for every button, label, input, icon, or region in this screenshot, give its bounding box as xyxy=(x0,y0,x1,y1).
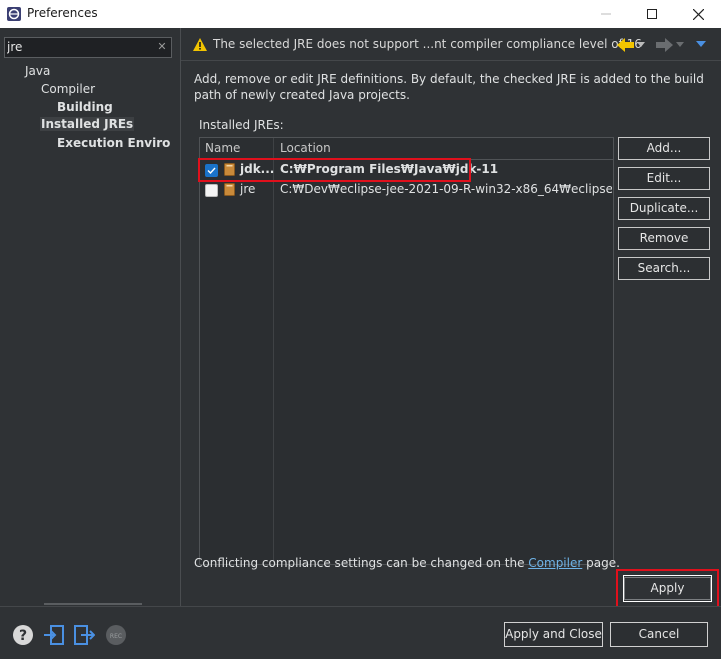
compliance-note: Conflicting compliance settings can be c… xyxy=(194,556,620,570)
preference-page: The selected JRE does not support ...nt … xyxy=(181,28,721,608)
record-icon[interactable]: REC xyxy=(105,624,127,646)
installed-jres-table[interactable]: Name Location jdk... C:₩Program Files₩Ja… xyxy=(199,137,614,565)
warning-icon xyxy=(193,38,207,51)
export-icon[interactable] xyxy=(73,624,95,646)
apply-button[interactable]: Apply xyxy=(623,575,712,602)
table-row[interactable]: jre C:₩Dev₩eclipse-jee-2021-09-R-win32-x… xyxy=(200,180,613,200)
close-button[interactable] xyxy=(675,0,721,28)
sidebar-scrollbar[interactable] xyxy=(44,603,142,605)
preferences-sidebar: ✕ Java Compiler Building Installed JREs … xyxy=(0,28,181,606)
jre-location: C:₩Dev₩eclipse-jee-2021-09-R-win32-x86_6… xyxy=(280,182,612,196)
add-button[interactable]: Add... xyxy=(618,137,710,160)
column-header-location[interactable]: Location xyxy=(280,141,331,155)
record-icon-label: REC xyxy=(110,633,122,640)
installed-jres-label: Installed JREs: xyxy=(199,118,284,132)
jre-name: jre xyxy=(240,182,256,196)
apply-button-label: Apply xyxy=(624,577,711,600)
minimize-button[interactable] xyxy=(583,0,629,28)
svg-text:?: ? xyxy=(19,628,27,644)
clear-icon[interactable]: ✕ xyxy=(155,39,169,55)
tree-item-compiler[interactable]: Compiler xyxy=(41,82,95,96)
forward-arrow-icon[interactable] xyxy=(655,37,673,53)
apply-and-close-button[interactable]: Apply and Close xyxy=(504,622,603,647)
filter-box: ✕ xyxy=(4,37,172,58)
search-button[interactable]: Search... xyxy=(618,257,710,280)
window-title: Preferences xyxy=(27,6,98,20)
compiler-link[interactable]: Compiler xyxy=(528,556,582,570)
jre-library-icon xyxy=(224,183,235,196)
jre-checkbox[interactable] xyxy=(205,184,218,197)
tree-item-java[interactable]: Java xyxy=(25,64,50,78)
title-bar: Preferences xyxy=(0,0,721,28)
help-icon[interactable]: ? xyxy=(12,624,34,646)
close-icon xyxy=(692,8,704,20)
tree-item-building[interactable]: Building xyxy=(57,100,113,114)
remove-button[interactable]: Remove xyxy=(618,227,710,250)
back-arrow-icon[interactable] xyxy=(617,37,635,53)
minimize-icon xyxy=(601,13,611,15)
edit-button[interactable]: Edit... xyxy=(618,167,710,190)
message-bar: The selected JRE does not support ...nt … xyxy=(181,28,721,61)
forward-menu-chevron-icon[interactable] xyxy=(676,42,684,48)
import-icon[interactable] xyxy=(43,624,65,646)
eclipse-icon xyxy=(7,7,21,21)
tree-item-installed-jres[interactable]: Installed JREs xyxy=(40,117,135,131)
maximize-icon xyxy=(647,9,657,19)
tree-item-execution-environments[interactable]: Execution Environme xyxy=(57,136,171,150)
duplicate-button[interactable]: Duplicate... xyxy=(618,197,710,220)
navigation-controls xyxy=(617,36,717,54)
column-separator xyxy=(273,138,274,564)
column-header-name[interactable]: Name xyxy=(205,141,240,155)
back-menu-chevron-icon[interactable] xyxy=(637,42,645,48)
filter-input[interactable] xyxy=(7,39,147,55)
page-description: Add, remove or edit JRE definitions. By … xyxy=(194,72,704,102)
view-menu-icon[interactable] xyxy=(696,41,706,48)
maximize-button[interactable] xyxy=(629,0,675,28)
compliance-note-suffix: page. xyxy=(582,556,620,570)
message-text: The selected JRE does not support ...nt … xyxy=(213,37,642,51)
dialog-button-bar: ? REC Apply and Close Cancel xyxy=(0,606,721,659)
annotation-highlight-jdk-row xyxy=(198,158,471,182)
compliance-note-prefix: Conflicting compliance settings can be c… xyxy=(194,556,529,570)
cancel-button[interactable]: Cancel xyxy=(610,622,708,647)
table-header: Name Location xyxy=(200,138,613,160)
